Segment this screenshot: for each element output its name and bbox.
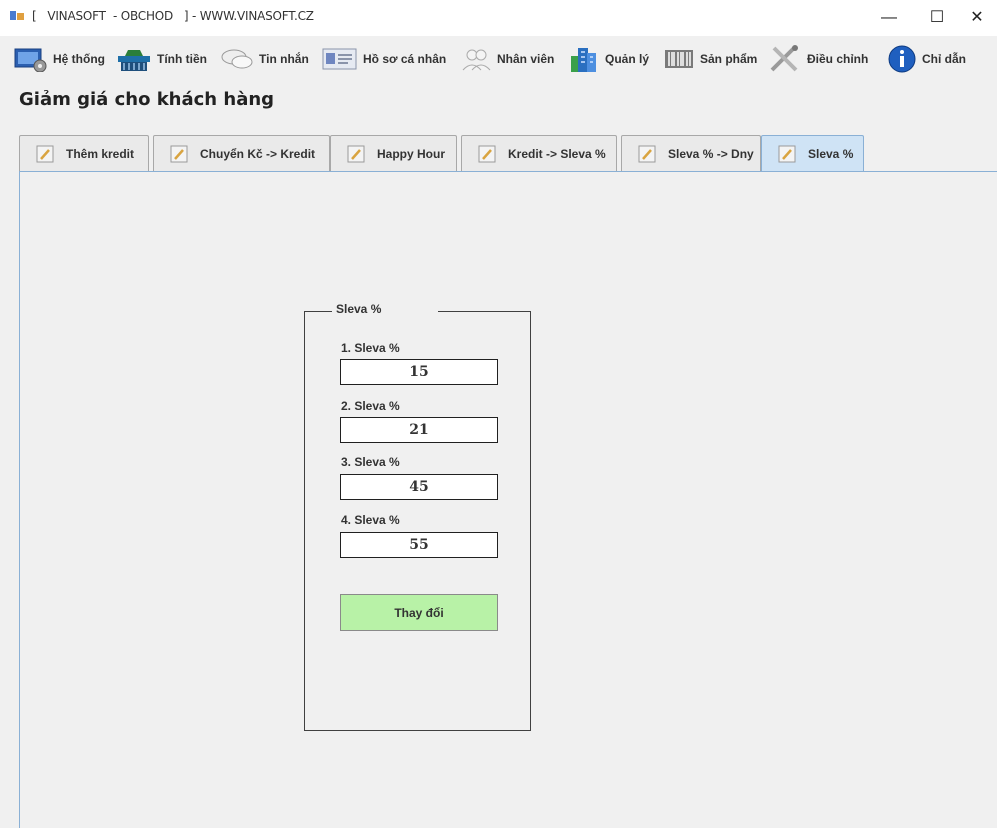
toolbar-management-label: Quản lý [605, 52, 650, 66]
toolbar-system[interactable]: Hệ thống [14, 44, 105, 74]
tab-convert-to-credit[interactable]: Chuyển Kč -> Kredit [153, 135, 330, 172]
window-title: [ VINASOFT - OBCHOD ] - WWW.VINASOFT.CZ [32, 9, 314, 23]
basket-icon [118, 50, 150, 71]
tab-discount-to-days[interactable]: Sleva % -> Dny [621, 135, 761, 172]
system-icon [14, 48, 47, 72]
toolbar-employees-label: Nhân viên [497, 52, 555, 66]
tab-happy-hour[interactable]: Happy Hour [330, 135, 457, 172]
edit-note-icon [347, 145, 365, 163]
edit-note-icon [478, 145, 496, 163]
maximize-button[interactable]: ☐ [917, 4, 957, 32]
toolbar-billing[interactable]: Tính tiền [116, 44, 207, 74]
change-button[interactable]: Thay đổi [340, 594, 498, 631]
discount-4-input[interactable]: 55 [340, 532, 498, 558]
info-icon [888, 45, 916, 73]
toolbar-help-label: Chỉ dẫn [922, 52, 966, 66]
discount-4-label: 4. Sleva % [341, 513, 400, 527]
discount-2-label: 2. Sleva % [341, 399, 400, 413]
tab-add-credit[interactable]: Thêm kredit [19, 135, 149, 172]
toolbar-system-label: Hệ thống [53, 52, 105, 66]
tools-icon [770, 45, 798, 72]
main-toolbar: Hệ thống Tính tiền Tin nhắn Hồ sơ cá nhâ… [0, 38, 997, 82]
tab-label: Sleva % [808, 147, 854, 161]
toolbar-billing-label: Tính tiền [157, 52, 207, 66]
close-button[interactable]: ✕ [957, 4, 997, 32]
tab-discount-percent[interactable]: Sleva % [761, 135, 864, 172]
toolbar-settings[interactable]: Điều chỉnh [768, 44, 868, 74]
discount-2-input[interactable]: 21 [340, 417, 498, 443]
page-title: Giảm giá cho khách hàng [19, 89, 275, 110]
toolbar-products-label: Sản phẩm [700, 52, 758, 66]
group-title: Sleva % [332, 302, 438, 316]
toolbar-profile[interactable]: Hồ sơ cá nhân [322, 44, 446, 74]
toolbar-messages-label: Tin nhắn [259, 52, 309, 66]
tab-credit-to-discount[interactable]: Kredit -> Sleva % [461, 135, 617, 172]
toolbar-profile-label: Hồ sơ cá nhân [363, 52, 447, 66]
toolbar-products[interactable]: Sản phẩm [663, 44, 757, 74]
minimize-button[interactable]: — [869, 4, 909, 32]
edit-note-icon [778, 145, 796, 163]
users-icon [462, 49, 491, 71]
discount-3-input[interactable]: 45 [340, 474, 498, 500]
title-bar: [ VINASOFT - OBCHOD ] - WWW.VINASOFT.CZ … [0, 0, 997, 36]
barcode-icon [665, 50, 693, 68]
toolbar-settings-label: Điều chỉnh [807, 52, 869, 66]
discount-1-input[interactable]: 15 [340, 359, 498, 385]
toolbar-help[interactable]: Chỉ dẫn [887, 44, 966, 74]
buildings-icon [571, 48, 596, 72]
tab-label: Thêm kredit [66, 147, 135, 161]
app-icon [10, 11, 24, 20]
tab-label: Chuyển Kč -> Kredit [200, 147, 316, 161]
chat-icon [221, 49, 253, 69]
tab-label: Kredit -> Sleva % [508, 147, 606, 161]
toolbar-messages[interactable]: Tin nhắn [220, 44, 309, 74]
edit-note-icon [36, 145, 54, 163]
profile-card-icon [322, 48, 357, 70]
toolbar-management[interactable]: Quản lý [568, 44, 649, 74]
tab-label: Sleva % -> Dny [668, 147, 754, 161]
edit-note-icon [638, 145, 656, 163]
discount-1-label: 1. Sleva % [341, 341, 400, 355]
edit-note-icon [170, 145, 188, 163]
tab-label: Happy Hour [377, 147, 446, 161]
discount-3-label: 3. Sleva % [341, 455, 400, 469]
toolbar-employees[interactable]: Nhân viên [460, 44, 554, 74]
